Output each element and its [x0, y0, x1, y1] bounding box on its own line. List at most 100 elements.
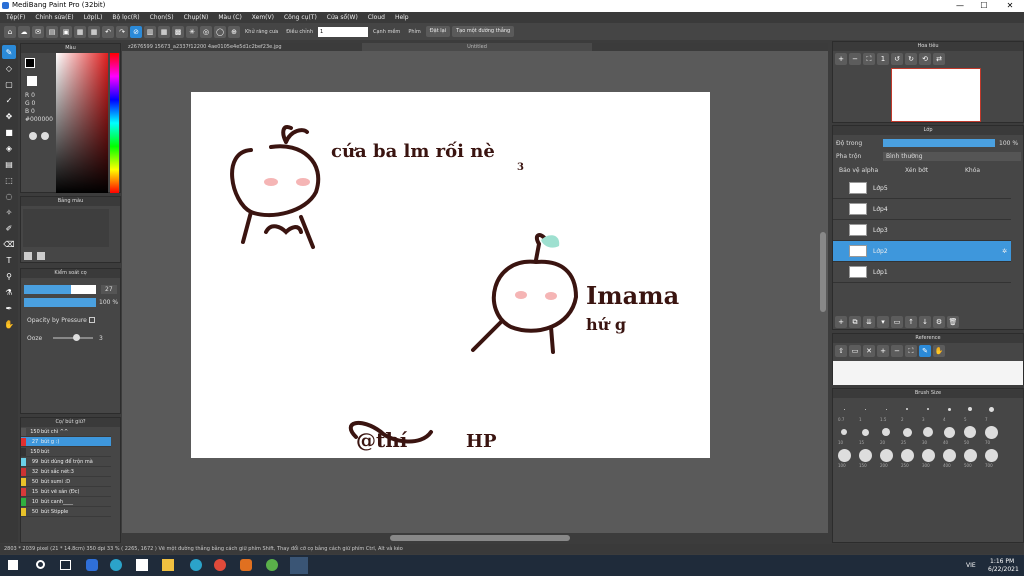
- snap-grid-icon[interactable]: ▦: [158, 25, 170, 38]
- explorer-icon[interactable]: [162, 559, 174, 571]
- brush-size-dot[interactable]: [923, 427, 933, 437]
- palette-swatches[interactable]: [23, 209, 109, 247]
- opacity-pressure-checkbox[interactable]: [89, 317, 95, 323]
- transparent-swatch[interactable]: [27, 76, 37, 86]
- ref-hand-icon[interactable]: ✋: [933, 345, 945, 357]
- anti-alias-label[interactable]: Khử răng cưa: [245, 29, 278, 35]
- ref-upload-icon[interactable]: ⇧: [835, 345, 847, 357]
- brush-list-item[interactable]: 99 bút dùng để trộn mà: [21, 457, 111, 467]
- menu-filter[interactable]: Bộ lọc(R): [112, 14, 139, 21]
- store-icon[interactable]: [136, 559, 148, 571]
- delete-layer-icon[interactable]: 🗑: [947, 316, 959, 328]
- brush-size-dot[interactable]: [984, 448, 998, 462]
- color-picker-square[interactable]: [56, 53, 108, 193]
- size-value[interactable]: 27: [101, 285, 117, 294]
- ref-fit-icon[interactable]: ⛶: [905, 345, 917, 357]
- clock-date[interactable]: 6/22/2021: [988, 566, 1019, 573]
- brush-size-dot[interactable]: [879, 448, 893, 462]
- ooze-handle[interactable]: [73, 334, 80, 341]
- reset-rotation-icon[interactable]: ⟲: [919, 53, 931, 65]
- hand-tool-icon[interactable]: ✋: [2, 317, 16, 331]
- actual-size-icon[interactable]: 1: [877, 53, 889, 65]
- menu-layer[interactable]: Lớp(L): [84, 14, 103, 21]
- menu-select[interactable]: Chọn(S): [150, 14, 174, 21]
- brush-list-item[interactable]: 150 bút chì ^^: [21, 427, 111, 437]
- menu-tools[interactable]: Công cụ(T): [284, 14, 317, 21]
- select-eraser-icon[interactable]: ⌫: [2, 237, 16, 251]
- clock-time[interactable]: 1:16 PM: [990, 558, 1014, 565]
- ref-zoom-in-icon[interactable]: +: [877, 345, 889, 357]
- move-down-icon[interactable]: ↓: [919, 316, 931, 328]
- chrome-icon[interactable]: [214, 559, 226, 571]
- layer-row[interactable]: Lớp3: [833, 220, 1011, 241]
- brush-list-item[interactable]: 15 bút vẽ sán (Đc): [21, 487, 111, 497]
- brush-size-dot[interactable]: [988, 406, 994, 412]
- divide-tool-icon[interactable]: ⚲: [2, 269, 16, 283]
- brush-size-dot[interactable]: [843, 408, 845, 410]
- snap-vanish-icon[interactable]: ⊕: [228, 25, 240, 38]
- redo-icon[interactable]: ↷: [116, 25, 128, 38]
- ref-eyedrop-icon[interactable]: ✎: [919, 345, 931, 357]
- search-icon[interactable]: [36, 560, 45, 569]
- windows-start-icon[interactable]: [8, 560, 18, 570]
- palette-icon[interactable]: [41, 132, 49, 140]
- add-layer-menu-icon[interactable]: ▾: [877, 316, 889, 328]
- eyedropper-icon[interactable]: ⚗: [2, 285, 16, 299]
- medibang-taskbar-icon[interactable]: [290, 557, 308, 574]
- navigator-preview[interactable]: [891, 68, 981, 122]
- menu-edit[interactable]: Chỉnh sửa(E): [35, 14, 73, 21]
- lasso-tool-icon[interactable]: ◌: [2, 189, 16, 203]
- maximize-button[interactable]: ☐: [972, 0, 996, 12]
- brush-list-item[interactable]: 32 bút sắc nét:3: [21, 467, 111, 477]
- edge2-icon[interactable]: [190, 559, 202, 571]
- snap-off-icon[interactable]: ⊘: [130, 25, 142, 38]
- reset-button[interactable]: Đặt lại: [425, 26, 451, 37]
- opacity-slider[interactable]: [24, 298, 96, 307]
- palette-delete-icon[interactable]: [37, 252, 45, 260]
- layer-row-selected[interactable]: Lớp2 ✲: [833, 241, 1011, 262]
- brush-size-dot[interactable]: [864, 408, 866, 410]
- grid2-icon[interactable]: ▦: [88, 25, 100, 38]
- brush-size-dot[interactable]: [882, 428, 890, 436]
- brush-size-dot[interactable]: [942, 448, 956, 462]
- ref-close-icon[interactable]: ✕: [863, 345, 875, 357]
- adjust-select[interactable]: 1: [318, 26, 368, 37]
- brush-list-item[interactable]: 50 bút Stipple: [21, 507, 111, 517]
- snap-cross-icon[interactable]: ▩: [172, 25, 184, 38]
- select-pen-icon[interactable]: ✐: [2, 221, 16, 235]
- check-tool-icon[interactable]: ✓: [2, 93, 16, 107]
- gear-icon[interactable]: ✲: [1002, 248, 1007, 255]
- gradient-tool-icon[interactable]: ▤: [2, 157, 16, 171]
- foreground-swatch[interactable]: [25, 58, 35, 68]
- app-icon-green[interactable]: [266, 559, 278, 571]
- copy-layer-icon[interactable]: ⧉: [849, 316, 861, 328]
- palette-new-icon[interactable]: [24, 252, 32, 260]
- brush-list-item[interactable]: 10 bút canh____: [21, 497, 111, 507]
- eyedrop-icon[interactable]: [29, 132, 37, 140]
- brush-tool-icon[interactable]: ✎: [2, 45, 16, 59]
- menu-file[interactable]: Tệp(F): [6, 14, 25, 21]
- brush-list-item[interactable]: 50 bút sumi :D: [21, 477, 111, 487]
- layer-row[interactable]: Lớp4: [833, 199, 1011, 220]
- task-view-icon[interactable]: [60, 560, 71, 570]
- grid-icon[interactable]: ▦: [74, 25, 86, 38]
- ref-zoom-out-icon[interactable]: −: [891, 345, 903, 357]
- brush-size-dot[interactable]: [900, 448, 914, 462]
- menu-snap[interactable]: Chụp(N): [184, 14, 209, 21]
- magic-wand-icon[interactable]: ✧: [2, 205, 16, 219]
- hue-slider[interactable]: [110, 53, 119, 193]
- brush-size-dot[interactable]: [964, 426, 976, 438]
- folder-layer-icon[interactable]: ▭: [891, 316, 903, 328]
- move-up-icon[interactable]: ↑: [905, 316, 917, 328]
- soft-edge-checkbox[interactable]: Cạnh mềm: [373, 29, 400, 35]
- brush-size-dot[interactable]: [963, 448, 977, 462]
- brush-size-dot[interactable]: [861, 428, 869, 436]
- zoom-app-icon[interactable]: [86, 559, 98, 571]
- brush-size-dot[interactable]: [906, 408, 908, 410]
- fill-rect-icon[interactable]: ■: [2, 125, 16, 139]
- brush-size-dot[interactable]: [858, 448, 872, 462]
- brush-size-dot[interactable]: [921, 448, 935, 462]
- snap-curve-icon[interactable]: ◯: [214, 25, 226, 38]
- menu-window[interactable]: Cửa sổ(W): [327, 14, 358, 21]
- minimize-button[interactable]: —: [948, 0, 972, 12]
